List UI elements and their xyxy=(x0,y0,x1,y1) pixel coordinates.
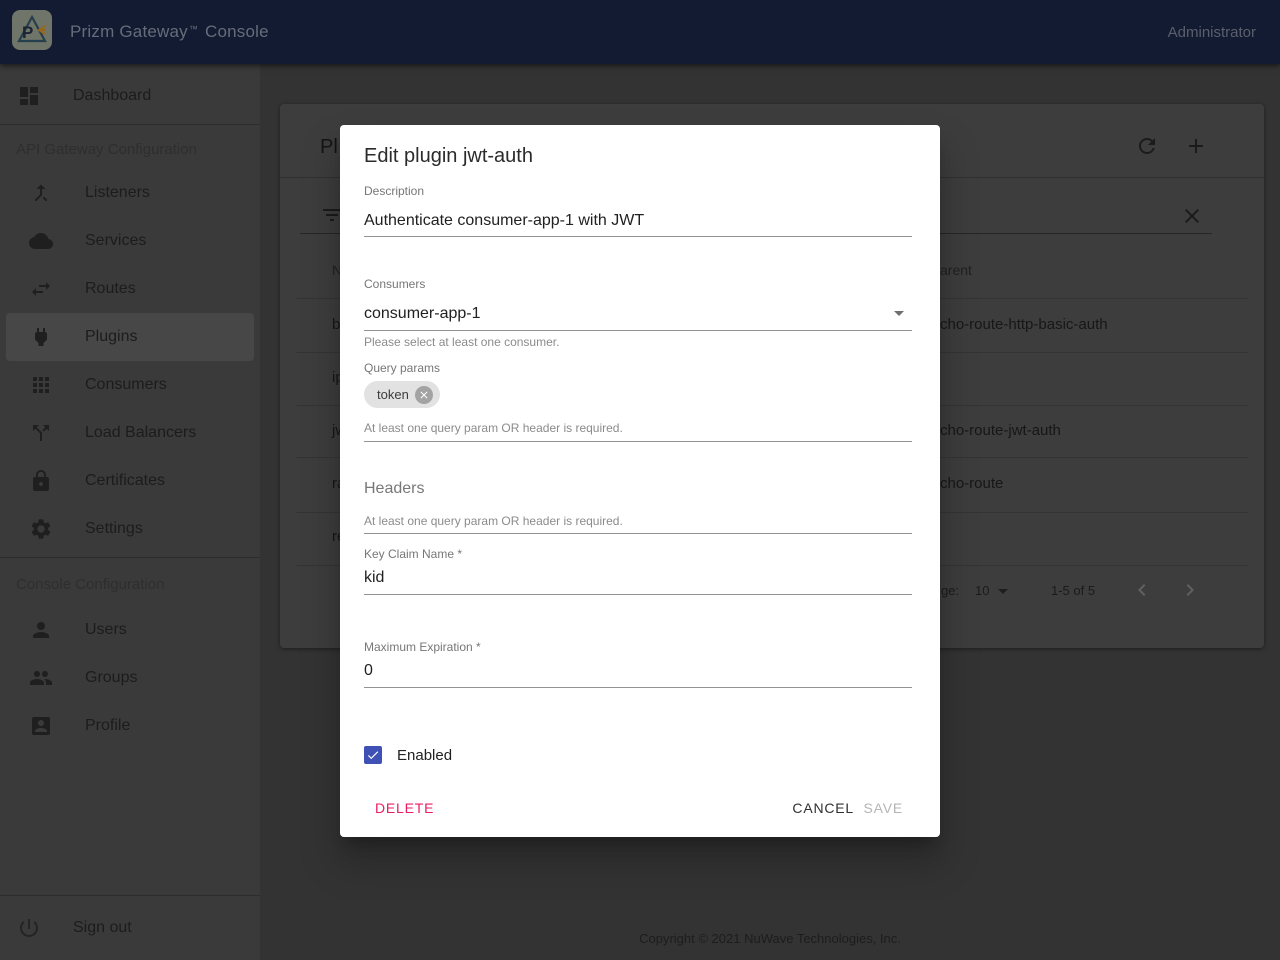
headers-label: Headers xyxy=(364,479,424,499)
consumers-underline xyxy=(364,330,912,331)
delete-button[interactable]: DELETE xyxy=(375,799,434,817)
description-input[interactable]: Authenticate consumer-app-1 with JWT xyxy=(364,211,644,231)
key-claim-name-underline xyxy=(364,594,912,595)
query-params-label: Query params xyxy=(364,361,440,375)
chevron-down-icon[interactable] xyxy=(894,311,904,316)
close-icon xyxy=(418,389,430,401)
query-params-underline[interactable] xyxy=(364,441,912,442)
key-claim-name-input[interactable]: kid xyxy=(364,568,384,588)
description-label: Description xyxy=(364,184,424,198)
maximum-expiration-label: Maximum Expiration * xyxy=(364,640,481,654)
query-params-hint: At least one query param OR header is re… xyxy=(364,422,623,435)
key-claim-name-label: Key Claim Name * xyxy=(364,547,462,561)
headers-hint: At least one query param OR header is re… xyxy=(364,515,623,528)
check-icon xyxy=(366,748,380,762)
cancel-button[interactable]: CANCEL xyxy=(792,799,854,817)
dialog-title: Edit plugin jwt-auth xyxy=(364,144,533,168)
save-button[interactable]: SAVE xyxy=(863,799,903,817)
consumers-hint: Please select at least one consumer. xyxy=(364,336,559,349)
chip-remove-button[interactable] xyxy=(415,386,433,404)
maximum-expiration-input[interactable]: 0 xyxy=(364,661,373,681)
enabled-label[interactable]: Enabled xyxy=(397,747,452,765)
consumers-select[interactable]: consumer-app-1 xyxy=(364,304,481,324)
query-param-chip[interactable]: token xyxy=(364,381,440,408)
chip-label: token xyxy=(377,387,409,402)
maximum-expiration-underline xyxy=(364,687,912,688)
consumers-label: Consumers xyxy=(364,277,425,291)
edit-plugin-dialog: Edit plugin jwt-auth Description Authent… xyxy=(340,125,940,837)
headers-underline[interactable] xyxy=(364,533,912,534)
enabled-checkbox[interactable] xyxy=(364,746,382,764)
description-underline xyxy=(364,236,912,237)
